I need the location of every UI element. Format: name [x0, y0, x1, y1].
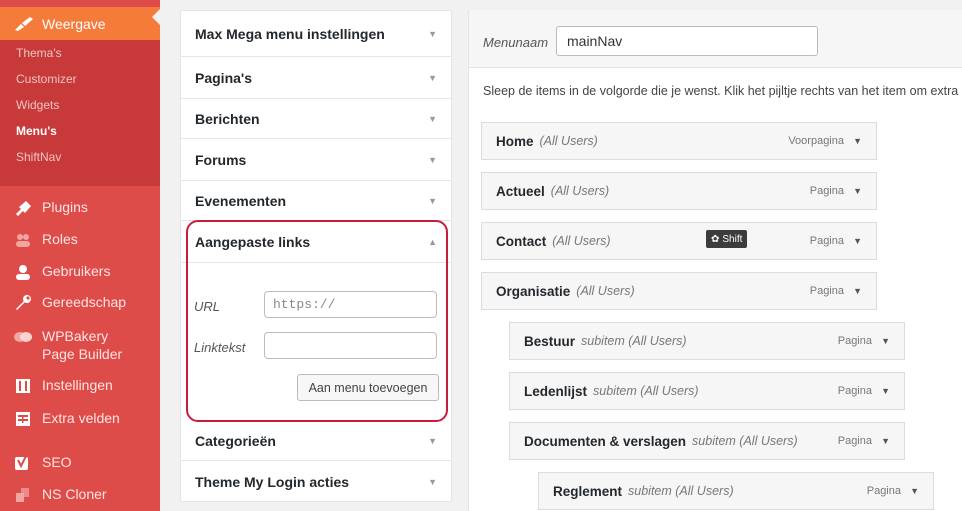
accordion-max-mega-menu[interactable]: Max Mega menu instellingen ▼	[181, 11, 451, 57]
sidebar-item-weergave[interactable]: Weergave	[0, 7, 160, 40]
submenu-item-shiftnav[interactable]: ShiftNav	[0, 144, 160, 170]
seo-icon	[12, 453, 34, 473]
expand-arrow-icon[interactable]: ▼	[881, 386, 890, 396]
sidebar-item-label: Weergave	[42, 15, 106, 32]
menu-item[interactable]: Ledenlijst subitem (All Users) Pagina ▼	[509, 372, 905, 410]
menu-item[interactable]: Actueel (All Users) Pagina ▼	[481, 172, 877, 210]
menu-name-label: Menunaam	[483, 35, 549, 50]
submenu-item-menus[interactable]: Menu's	[0, 118, 160, 144]
current-menu-arrow	[152, 9, 160, 25]
submenu-item-widgets[interactable]: Widgets	[0, 92, 160, 118]
accordion-paginas[interactable]: Pagina's ▼	[181, 57, 451, 99]
accordion-theme-my-login[interactable]: Theme My Login acties ▼	[181, 461, 451, 503]
expand-arrow-icon[interactable]: ▼	[853, 186, 862, 196]
sidebar-item-wpbakery[interactable]: WPBakery Page Builder	[0, 327, 160, 363]
accordion-evenementen[interactable]: Evenementen ▼	[181, 181, 451, 221]
paintbrush-icon	[14, 14, 34, 34]
menu-item[interactable]: Organisatie (All Users) Pagina ▼	[481, 272, 877, 310]
highlight-outline	[186, 220, 448, 422]
menu-instructions: Sleep de items in de volgorde die je wen…	[483, 84, 962, 98]
users-icon	[12, 262, 34, 282]
menu-item[interactable]: Bestuur subitem (All Users) Pagina ▼	[509, 322, 905, 360]
expand-arrow-icon[interactable]: ▼	[881, 436, 890, 446]
sidebar-item-gebruikers[interactable]: Gebruikers	[0, 262, 160, 282]
menu-header: Menunaam mainNav	[469, 10, 962, 68]
chevron-down-icon: ▼	[428, 154, 437, 165]
accordion-categorieen[interactable]: Categorieën ▼	[181, 421, 451, 461]
accordion-forums[interactable]: Forums ▼	[181, 139, 451, 181]
sidebar-item-gereedschap[interactable]: Gereedschap	[0, 293, 160, 313]
sidebar-item-extra-velden[interactable]: Extra velden	[0, 409, 160, 429]
roles-icon	[12, 230, 34, 250]
expand-arrow-icon[interactable]: ▼	[910, 486, 919, 496]
submenu-item-themas[interactable]: Thema's	[0, 40, 160, 66]
shift-badge[interactable]: ✿ Shift	[706, 230, 748, 248]
menu-item[interactable]: Reglement subitem (All Users) Pagina ▼	[538, 472, 934, 510]
submenu-item-customizer[interactable]: Customizer	[0, 66, 160, 92]
wrench-icon	[12, 293, 34, 313]
chevron-down-icon: ▼	[428, 72, 437, 83]
sidebar-submenu: Thema's Customizer Widgets Menu's ShiftN…	[0, 40, 160, 186]
chevron-down-icon: ▼	[428, 195, 437, 206]
menu-item[interactable]: Documenten & verslagen subitem (All User…	[509, 422, 905, 460]
sidebar-item-ns-cloner[interactable]: NS Cloner	[0, 485, 160, 505]
expand-arrow-icon[interactable]: ▼	[881, 336, 890, 346]
gear-icon: ✿	[711, 233, 720, 245]
admin-sidebar: Weergave Thema's Customizer Widgets Menu…	[0, 0, 160, 511]
wpbakery-icon	[12, 327, 34, 347]
sidebar-item-roles[interactable]: Roles	[0, 230, 160, 250]
expand-arrow-icon[interactable]: ▼	[853, 236, 862, 246]
plugin-icon	[12, 198, 34, 218]
menu-item[interactable]: Home (All Users) Voorpagina ▼	[481, 122, 877, 160]
cloner-icon	[12, 485, 34, 505]
chevron-down-icon: ▼	[428, 28, 437, 39]
accordion-berichten[interactable]: Berichten ▼	[181, 99, 451, 139]
sidebar-item-plugins[interactable]: Plugins	[0, 198, 160, 218]
chevron-down-icon: ▼	[428, 435, 437, 446]
expand-arrow-icon[interactable]: ▼	[853, 136, 862, 146]
menu-name-input[interactable]: mainNav	[556, 26, 818, 56]
menu-item[interactable]: Contact (All Users) Pagina ▼	[481, 222, 877, 260]
sidebar-item-instellingen[interactable]: Instellingen	[0, 376, 160, 396]
fields-icon	[12, 409, 34, 429]
settings-icon	[12, 376, 34, 396]
expand-arrow-icon[interactable]: ▼	[853, 286, 862, 296]
chevron-down-icon: ▼	[428, 477, 437, 487]
chevron-down-icon: ▼	[428, 113, 437, 124]
sidebar-item-seo[interactable]: SEO	[0, 453, 160, 473]
